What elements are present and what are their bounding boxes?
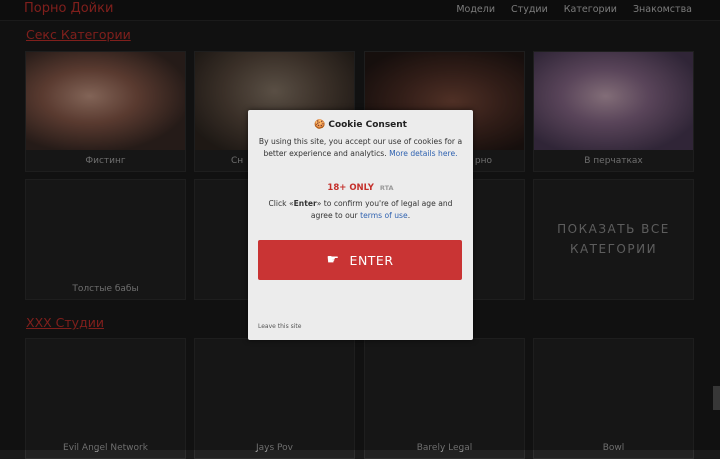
age-label: 18+ ONLY	[327, 183, 374, 193]
terms-link[interactable]: terms of use	[360, 211, 408, 220]
confirm-prefix: Click «	[268, 199, 294, 208]
hand-pointing-icon: ☛	[326, 252, 340, 268]
leave-site-link[interactable]: Leave this site	[258, 323, 301, 330]
age-notice: 18+ ONLY RTA	[248, 183, 473, 193]
cookie-text: By using this site, you accept our use o…	[258, 136, 463, 159]
confirm-text: Click «Enter» to confirm you're of legal…	[268, 199, 453, 220]
more-details-link[interactable]: More details here.	[389, 149, 457, 158]
enter-button[interactable]: ☛ ENTER	[258, 240, 462, 280]
cookie-consent-modal: 🍪 Cookie Consent By using this site, you…	[248, 110, 473, 340]
modal-title: 🍪 Cookie Consent	[314, 120, 407, 130]
enter-label: ENTER	[349, 252, 394, 268]
rta-logo: RTA	[379, 184, 394, 192]
confirm-bold: Enter	[293, 199, 317, 208]
